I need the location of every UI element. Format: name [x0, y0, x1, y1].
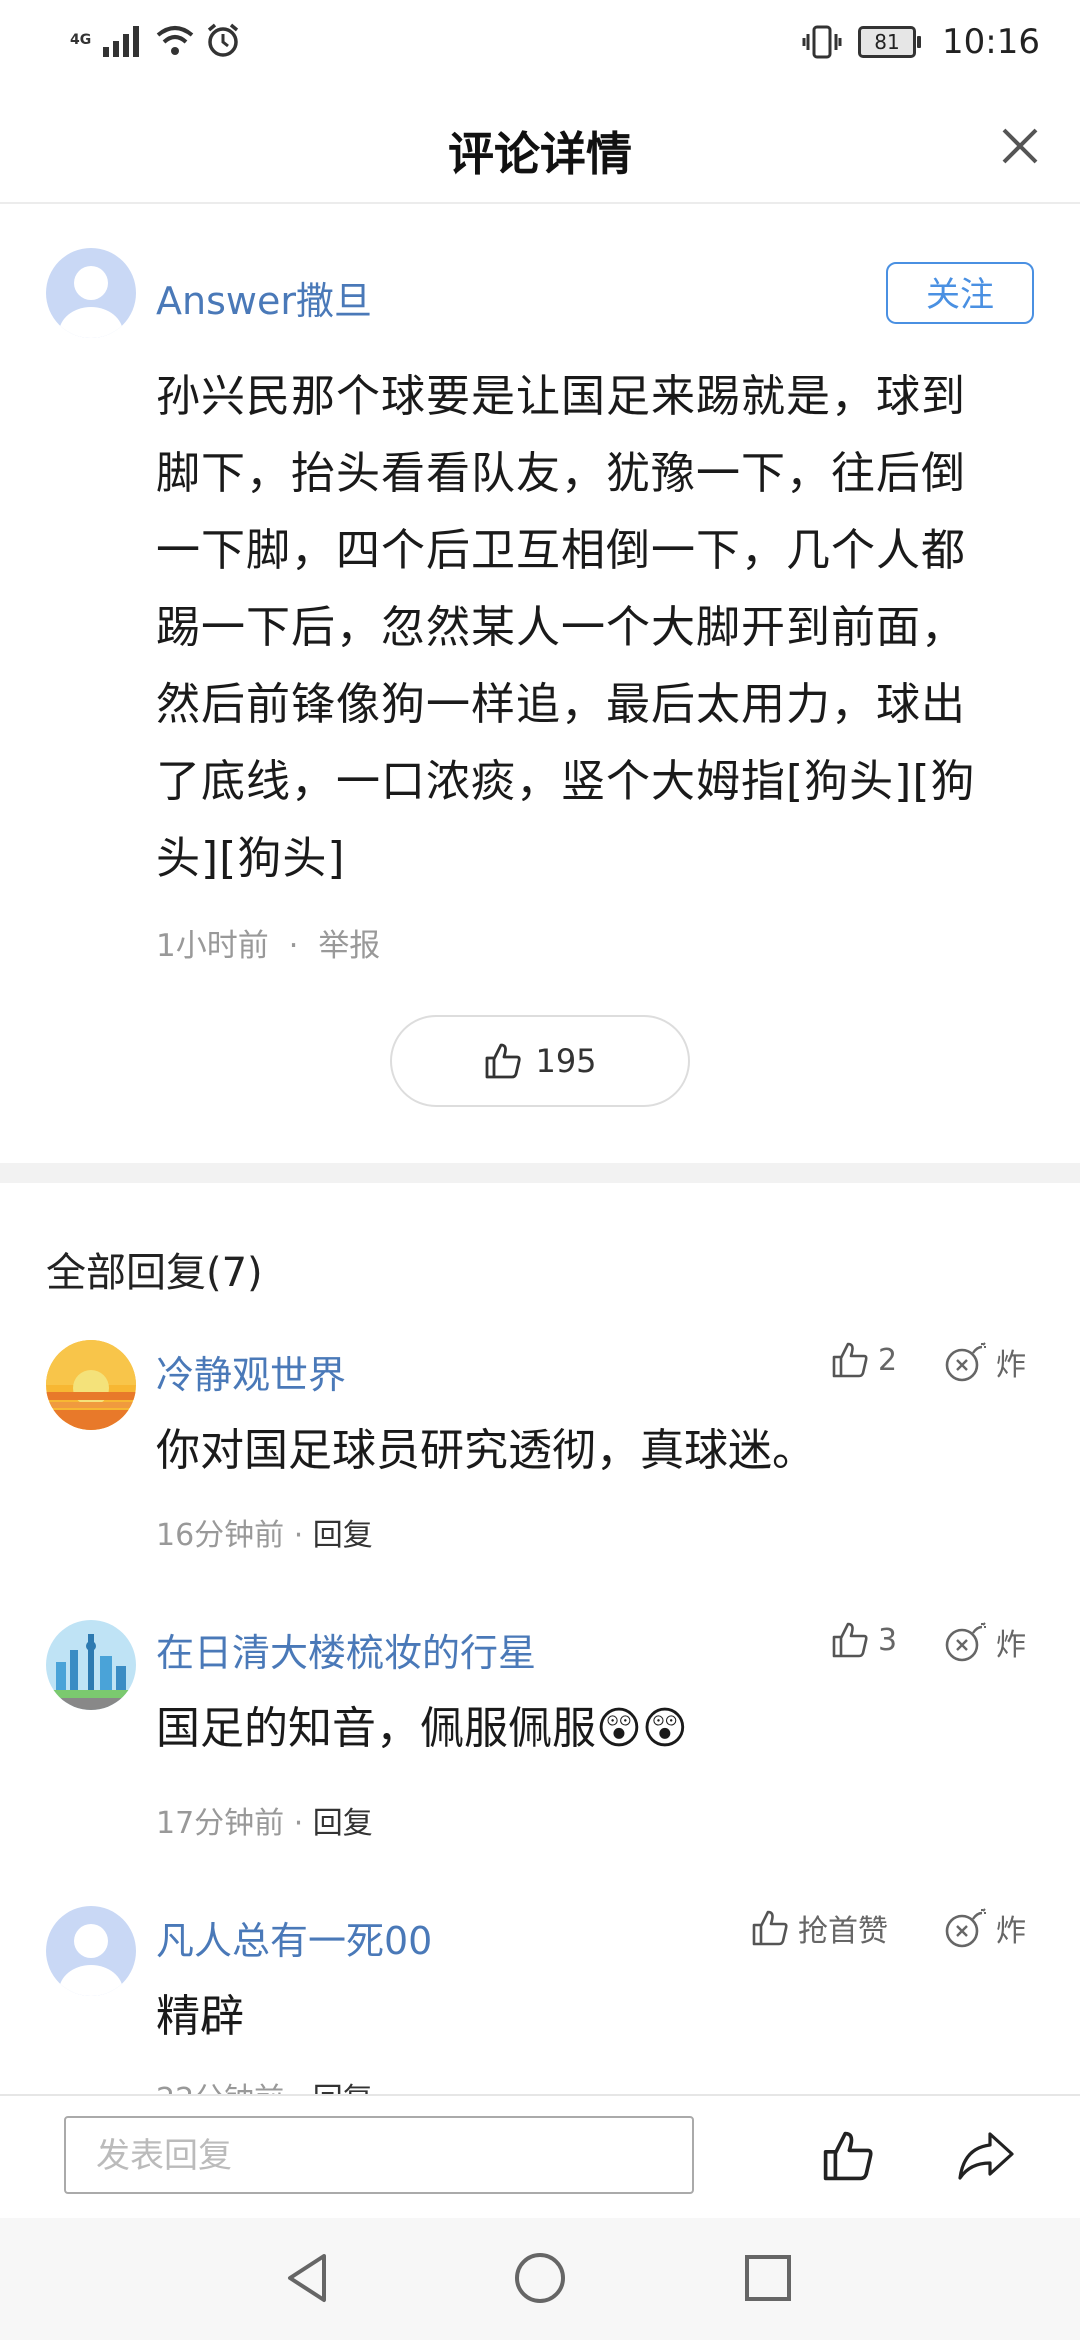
report-link[interactable]: 举报 — [318, 928, 380, 964]
recents-nav-icon — [745, 2255, 791, 2301]
home-nav-button[interactable] — [512, 2250, 568, 2306]
bomb-icon — [945, 1622, 986, 1662]
recents-nav-button[interactable] — [740, 2250, 796, 2306]
reply-button[interactable]: 回复 — [313, 1518, 373, 1553]
section-divider — [0, 1163, 1080, 1183]
reply-text: 国足的知音，佩服佩服😲😲 — [156, 1692, 688, 1756]
meta-separator: · — [288, 928, 299, 964]
reply-text: 精辟 — [156, 1991, 244, 2042]
astonished-emoji: 😲😲 — [596, 1703, 688, 1754]
battery-icon: 81 — [858, 26, 922, 58]
signal-icon — [103, 26, 140, 57]
follow-button[interactable]: 关注 — [886, 262, 1034, 324]
status-bar: 4G 81 10:16 — [0, 0, 1080, 90]
comment-line: 头][狗头] — [156, 833, 346, 884]
reply-time: 16分钟前 · — [156, 1518, 304, 1553]
bomb-label: 炸 — [996, 1348, 1026, 1383]
thumbs-up-icon — [486, 1043, 522, 1079]
thumbs-up-icon — [752, 1910, 788, 1946]
comment-line: 一下脚，四个后卫互相倒一下，几个人都 — [156, 525, 966, 576]
thumbs-up-icon — [832, 1622, 868, 1658]
reply-meta: 16分钟前 · 回复 — [156, 1510, 373, 1554]
bottom-like-button[interactable] — [820, 2128, 876, 2184]
wifi-icon — [156, 26, 194, 55]
comment-text: 孙兴民那个球要是让国足来踢就是，球到 脚下，抬头看看队友，犹豫一下，往后倒 一下… — [156, 358, 1036, 897]
comment-line: 了底线，一口浓痰，竖个大姆指[狗头][狗 — [156, 756, 976, 807]
bomb-button[interactable]: 炸 — [944, 1906, 1026, 1950]
home-nav-icon — [515, 2253, 565, 2303]
back-nav-button[interactable] — [280, 2250, 336, 2306]
comment-meta: 1小时前 · 举报 — [156, 920, 380, 965]
like-count: 195 — [535, 1042, 597, 1080]
bomb-button[interactable]: 炸 — [944, 1620, 1026, 1664]
alarm-icon — [208, 23, 239, 57]
reply-like-count: 2 — [878, 1342, 898, 1378]
vibrate-icon — [802, 25, 842, 59]
share-button[interactable] — [956, 2128, 1016, 2184]
reply-author[interactable]: 冷静观世界 — [156, 1344, 346, 1399]
sunset-avatar-icon — [46, 1340, 136, 1430]
title-bar: 评论详情 — [0, 90, 1080, 204]
reply-input[interactable]: 发表回复 — [64, 2116, 694, 2194]
comment-author[interactable]: Answer撒旦 — [156, 270, 372, 325]
reply-like-button[interactable]: 3 — [830, 1620, 897, 1660]
page-title: 评论详情 — [448, 127, 632, 181]
reply-text-content: 国足的知音，佩服佩服 — [156, 1703, 596, 1754]
replies-header: 全部回复(7) — [46, 1250, 263, 1296]
bomb-label: 炸 — [996, 1628, 1026, 1663]
reply-text: 你对国足球员研究透彻，真球迷。 — [156, 1425, 816, 1476]
network-type: 4G — [70, 32, 92, 48]
reply-like-button[interactable]: 2 — [830, 1340, 897, 1380]
like-button[interactable]: 195 — [390, 1015, 690, 1107]
avatar[interactable] — [46, 1620, 136, 1710]
default-avatar-icon — [46, 1906, 136, 1996]
comment-line: 然后前锋像狗一样追，最后太用力，球出 — [156, 679, 966, 730]
thumbs-up-icon — [832, 1342, 868, 1378]
avatar[interactable] — [46, 1906, 136, 1996]
reply-button[interactable]: 回复 — [313, 1806, 373, 1841]
avatar[interactable] — [46, 1340, 136, 1430]
close-icon — [1002, 128, 1038, 164]
comment-line: 踢一下后，忽然某人一个大脚开到前面， — [156, 602, 966, 653]
reply-like-label: 抢首赞 — [798, 1914, 888, 1949]
share-icon — [958, 2132, 1014, 2180]
bomb-label: 炸 — [996, 1914, 1026, 1949]
status-right: 81 10:16 — [802, 22, 1040, 62]
comment-line: 脚下，抬头看看队友，犹豫一下，往后倒 — [156, 448, 966, 499]
bomb-icon — [945, 1342, 986, 1382]
default-avatar-icon — [46, 248, 136, 338]
reply-like-button[interactable]: 抢首赞 — [750, 1906, 888, 1950]
reply-author[interactable]: 凡人总有一死00 — [156, 1910, 432, 1965]
clock: 10:16 — [942, 22, 1040, 62]
comment-time: 1小时前 — [156, 928, 269, 964]
back-nav-icon — [288, 2254, 326, 2302]
city-avatar-icon — [46, 1620, 136, 1710]
reply-time: 17分钟前 · — [156, 1806, 304, 1841]
comment-line: 孙兴民那个球要是让国足来踢就是，球到 — [156, 371, 966, 422]
bomb-icon — [945, 1908, 986, 1948]
close-button[interactable] — [988, 114, 1052, 178]
bomb-button[interactable]: 炸 — [944, 1340, 1026, 1384]
status-left: 4G — [70, 22, 241, 58]
reply-meta: 17分钟前 · 回复 — [156, 1798, 373, 1842]
avatar[interactable] — [46, 248, 136, 338]
reply-author[interactable]: 在日清大楼梳妆的行星 — [156, 1622, 536, 1677]
system-nav-bar — [0, 2218, 1080, 2340]
reply-like-count: 3 — [878, 1622, 898, 1658]
thumbs-up-icon — [823, 2131, 873, 2181]
